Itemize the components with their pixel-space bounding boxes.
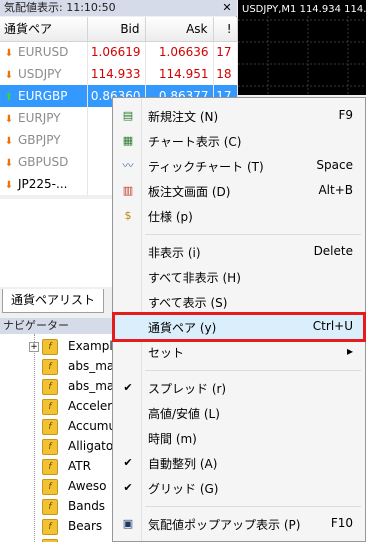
popup-prices-icon: ▣ [122,517,134,530]
symbol-name: JP225-... [18,177,68,191]
arrow-down-icon: ⬇ [4,70,14,81]
menu-item-spread[interactable]: ✔ スプレッド (r) [115,376,363,400]
context-menu: ▤ 新規注文 (N) F9 ▦ チャート表示 (C) 〰 ティックチャート (T… [112,97,366,542]
menu-separator [145,370,361,371]
column-header-ask[interactable]: Ask [145,17,214,42]
menu-item-depth-of-market[interactable]: ▥ 板注文画面 (D) Alt+B [115,179,363,203]
menu-item-high-low[interactable]: 高値/安値 (L) [115,401,363,425]
symbol-name: USDJPY [18,67,62,81]
indicator-icon: f [42,339,58,355]
indicator-icon: f [42,479,58,495]
column-header-symbol[interactable]: 通貨ペア [0,17,88,42]
navigator-item[interactable]: f Bands [42,497,122,517]
menu-item-chart-window[interactable]: ▦ チャート表示 (C) [115,129,363,153]
spread-value: 17 [213,41,238,63]
arrow-down-icon: ⬇ [4,158,14,169]
navigator-item[interactable]: f Aweso [42,477,122,497]
column-header-bid[interactable]: Bid [87,17,146,42]
menu-item-grid[interactable]: ✔ グリッド (G) [115,476,363,500]
navigator-item[interactable]: f Alligato [42,437,122,457]
arrow-down-icon: ⬇ [4,180,14,191]
bid-value: 114.933 [87,63,146,85]
symbol-name: EURJPY [18,111,61,125]
submenu-arrow-icon: ▸ [346,344,353,358]
menu-item-time[interactable]: 時間 (m) [115,426,363,450]
navigator-panel: + f Exampl f abs_ma f abs_ma f Acceler f Accu… [0,334,116,542]
navigator-item[interactable]: f abs_ma [42,377,122,397]
navigator-title: ナビゲーター [0,318,115,334]
symbol-name: GBPJPY [18,133,61,147]
spread-value: 18 [213,63,238,85]
menu-item-symbols[interactable]: 通貨ペア (y) Ctrl+U [112,312,366,342]
menu-item-auto-arrange[interactable]: ✔ 自動整列 (A) [115,451,363,475]
menu-item-popup-prices[interactable]: ▣ 気配値ポップアップ表示 (P) F10 [115,512,363,536]
arrow-down-icon: ⬇ [4,48,14,60]
indicator-icon: f [42,419,58,435]
navigator-item[interactable]: f... [42,537,122,542]
indicator-icon: f [42,439,58,455]
menu-separator [145,234,361,235]
menu-item-sets[interactable]: セット ▸ [115,340,363,364]
market-watch-title: 気配値表示: 11:10:50 [0,0,237,16]
depth-of-market-icon: ▥ [122,184,134,197]
menu-item-tick-chart[interactable]: 〰 ティックチャート (T) Space [115,154,363,178]
ask-value: 114.951 [145,63,214,85]
check-icon: ✔ [123,456,133,469]
navigator-item[interactable]: f Acceler [42,397,122,417]
expand-icon[interactable]: + [29,342,39,352]
chart-window-icon: ▦ [122,134,134,147]
symbol-name: GBPUSD [18,155,69,169]
new-order-icon: ▤ [122,109,134,122]
table-row[interactable]: ⬇ USDJPY 114.933 114.951 18 [0,63,238,85]
menu-item-hide-all[interactable]: すべて非表示 (H) [115,265,363,289]
navigator-item[interactable]: f Exampl [42,337,122,357]
indicator-icon: f [42,519,58,535]
chart-window[interactable]: USDJPY,M1 114.934 114.9 [238,0,366,95]
navigator-item[interactable]: f ATR [42,457,122,477]
navigator-item[interactable]: f abs_ma [42,357,122,377]
menu-separator [145,506,361,507]
arrow-up-icon: ⬆ [4,92,14,103]
tick-chart-icon: 〰 [122,159,134,172]
symbol-name: EURUSD [18,45,69,60]
indicator-icon: f [42,399,58,415]
navigator-item[interactable]: f Accumu [42,417,122,437]
table-header-row: 通貨ペア Bid Ask ! [0,17,238,42]
menu-item-hide[interactable]: 非表示 (i) Delete [115,240,363,264]
arrow-down-icon: ⬇ [4,136,14,147]
indicator-icon: f [42,499,58,515]
indicator-icon: f [42,379,58,395]
menu-item-show-all[interactable]: すべて表示 (S) [115,290,363,314]
menu-item-new-order[interactable]: ▤ 新規注文 (N) F9 [115,104,363,128]
indicator-icon: f [42,359,58,375]
menu-item-specification[interactable]: $ 仕様 (p) [115,204,363,228]
tree-line [34,334,35,542]
table-row[interactable]: ⬇ EURUSD 1.06619 1.06636 17 [0,41,238,63]
close-icon[interactable]: ✕ [221,1,233,14]
indicator-icon: f [42,459,58,475]
check-icon: ✔ [123,481,133,494]
bid-value: 1.06619 [87,41,146,63]
ask-value: 1.06636 [145,41,214,63]
specification-icon: $ [124,209,132,222]
column-header-spread[interactable]: ! [213,17,238,42]
check-icon: ✔ [123,381,133,394]
chart-grid [238,16,366,95]
tab-symbol-list[interactable]: 通貨ペアリスト [2,289,104,313]
navigator-item[interactable]: f Bears [42,517,122,537]
arrow-down-icon: ⬇ [4,114,14,125]
symbol-name: EURGBP [18,89,68,103]
